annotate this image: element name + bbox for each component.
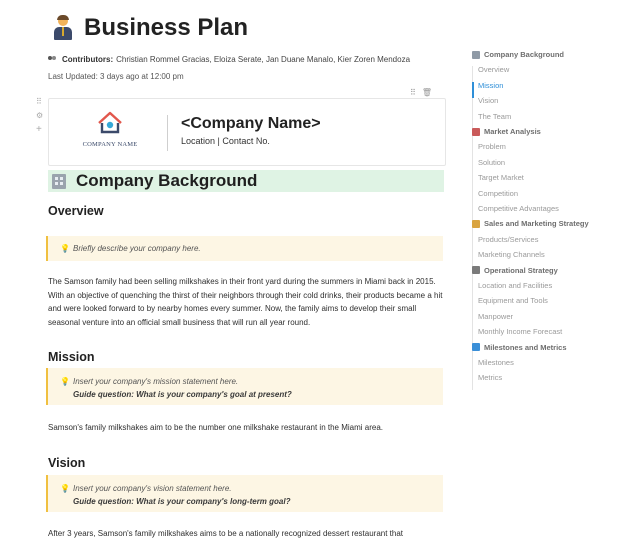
- toc-active-indicator: [472, 82, 474, 98]
- toc-item[interactable]: Solution: [478, 158, 505, 167]
- toc-item-label: Marketing Channels: [478, 250, 545, 260]
- toc-item[interactable]: Market Analysis: [472, 127, 541, 136]
- contributors: Contributors: Christian Rommel Gracias, …: [48, 55, 410, 64]
- diamond-icon: [472, 343, 480, 352]
- building-icon: [472, 50, 480, 59]
- overview-callout[interactable]: 💡 Briefly describe your company here.: [46, 236, 443, 261]
- toc-item-label: Products/Services: [478, 234, 539, 244]
- toc-item[interactable]: Location and Facilities: [478, 281, 552, 290]
- toc-item-label: Market Analysis: [484, 127, 541, 136]
- toc-item[interactable]: Operational Strategy: [472, 266, 558, 275]
- toc-item-label: Overview: [478, 65, 510, 75]
- toc-item-label: Monthly Income Forecast: [478, 327, 563, 337]
- banner-title[interactable]: Company Background: [76, 171, 257, 191]
- toc-item[interactable]: Milestones: [478, 358, 514, 367]
- title-row: Business Plan: [52, 14, 248, 42]
- toc-item-label: Milestones and Metrics: [484, 342, 567, 352]
- toc-item-label: The Team: [478, 111, 512, 121]
- vision-callout[interactable]: 💡 Insert your company's vision statement…: [46, 475, 443, 512]
- toc-item[interactable]: Milestones and Metrics: [472, 343, 567, 352]
- megaphone-icon: [472, 219, 480, 228]
- card-divider: [167, 115, 168, 151]
- last-updated: Last Updated: 3 days ago at 12:00 pm: [48, 72, 184, 81]
- house-logo-icon: [98, 111, 122, 134]
- vision-guide-question: Guide question: What is your company's l…: [73, 497, 291, 506]
- toc-item[interactable]: Problem: [478, 142, 506, 151]
- businessman-icon: [52, 15, 74, 41]
- toc-item-label: Target Market: [478, 173, 524, 183]
- overview-heading[interactable]: Overview: [48, 204, 104, 218]
- mission-callout-text: Insert your company's mission statement …: [73, 377, 239, 386]
- lightbulb-icon: 💡: [60, 484, 70, 493]
- contributors-label: Contributors:: [62, 55, 114, 64]
- toc-item[interactable]: Overview: [478, 65, 509, 74]
- mission-guide-question: Guide question: What is your company's g…: [73, 390, 292, 399]
- toc-item[interactable]: Equipment and Tools: [478, 296, 548, 305]
- overview-body[interactable]: The Samson family had been selling milks…: [48, 275, 448, 329]
- move-icon[interactable]: ⠿: [410, 88, 422, 97]
- toc-item-label: Location and Facilities: [478, 281, 553, 290]
- mission-body[interactable]: Samson's family milkshakes aim to be the…: [48, 421, 448, 435]
- toc-item[interactable]: Vision: [478, 96, 498, 105]
- vision-heading[interactable]: Vision: [48, 456, 85, 470]
- toc-item-label: Competition: [478, 188, 519, 198]
- company-logo: COMPANY NAME: [75, 109, 145, 155]
- company-contact[interactable]: Location | Contact No.: [181, 136, 270, 146]
- toc-item[interactable]: Marketing Channels: [478, 250, 545, 259]
- chart-icon: [472, 127, 480, 136]
- company-name[interactable]: <Company Name>: [181, 115, 321, 133]
- lightbulb-icon: 💡: [60, 244, 70, 253]
- toc-item-label: Mission: [478, 80, 504, 90]
- toc-item-label: Manpower: [478, 311, 514, 321]
- toc-item[interactable]: Sales and Marketing Strategy: [472, 219, 589, 228]
- lightbulb-icon: 💡: [60, 377, 70, 386]
- gear-icon: [472, 266, 480, 275]
- drag-handle-icon[interactable]: ⠿: [36, 97, 42, 106]
- contributors-names[interactable]: Christian Rommel Gracias, Eloiza Serate,…: [116, 55, 410, 64]
- block-settings-icon[interactable]: ⚙: [36, 111, 43, 120]
- toc-item[interactable]: Monthly Income Forecast: [478, 327, 562, 336]
- logo-text: COMPANY NAME: [82, 141, 138, 148]
- block-tools: ⠿🗑: [410, 88, 438, 97]
- toc-item-label: Solution: [478, 157, 506, 167]
- mission-heading[interactable]: Mission: [48, 350, 95, 364]
- delete-icon[interactable]: 🗑: [422, 88, 438, 97]
- document: Business Plan Contributors: Christian Ro…: [0, 0, 460, 554]
- toc-item-label: Problem: [478, 142, 506, 152]
- building-icon: [50, 172, 68, 190]
- toc-item[interactable]: Competition: [478, 189, 518, 198]
- toc-item-label: Metrics: [478, 373, 503, 383]
- section-banner-company-background: Company Background: [48, 170, 444, 192]
- mission-callout[interactable]: 💡 Insert your company's mission statemen…: [46, 368, 443, 405]
- toc-item[interactable]: Products/Services: [478, 235, 538, 244]
- toc-item[interactable]: Metrics: [478, 373, 502, 382]
- toc-item-label: Vision: [478, 96, 499, 106]
- toc-item-label: Equipment and Tools: [478, 296, 548, 306]
- add-block-icon[interactable]: +: [36, 124, 42, 135]
- toc-item[interactable]: Company Background: [472, 50, 564, 59]
- toc-item[interactable]: The Team: [478, 112, 511, 121]
- toc-item-label: Sales and Marketing Strategy: [484, 219, 589, 229]
- vision-callout-text: Insert your company's vision statement h…: [73, 484, 232, 493]
- overview-callout-text: Briefly describe your company here.: [73, 244, 201, 253]
- toc-item-label: Operational Strategy: [484, 265, 558, 275]
- toc-item-label: Company Background: [484, 50, 565, 59]
- toc-item[interactable]: Target Market: [478, 173, 524, 182]
- toc-item-label: Milestones: [478, 358, 514, 367]
- toc-item[interactable]: Competitive Advantages: [478, 204, 559, 213]
- vision-body[interactable]: After 3 years, Samson's family milkshake…: [48, 527, 448, 541]
- contributors-icon: [48, 56, 57, 63]
- toc-item[interactable]: Mission: [478, 81, 503, 90]
- company-card[interactable]: COMPANY NAME <Company Name> Location | C…: [48, 98, 446, 166]
- page-title[interactable]: Business Plan: [84, 14, 248, 42]
- toc-item-label: Competitive Advantages: [478, 204, 559, 213]
- toc-item[interactable]: Manpower: [478, 312, 513, 321]
